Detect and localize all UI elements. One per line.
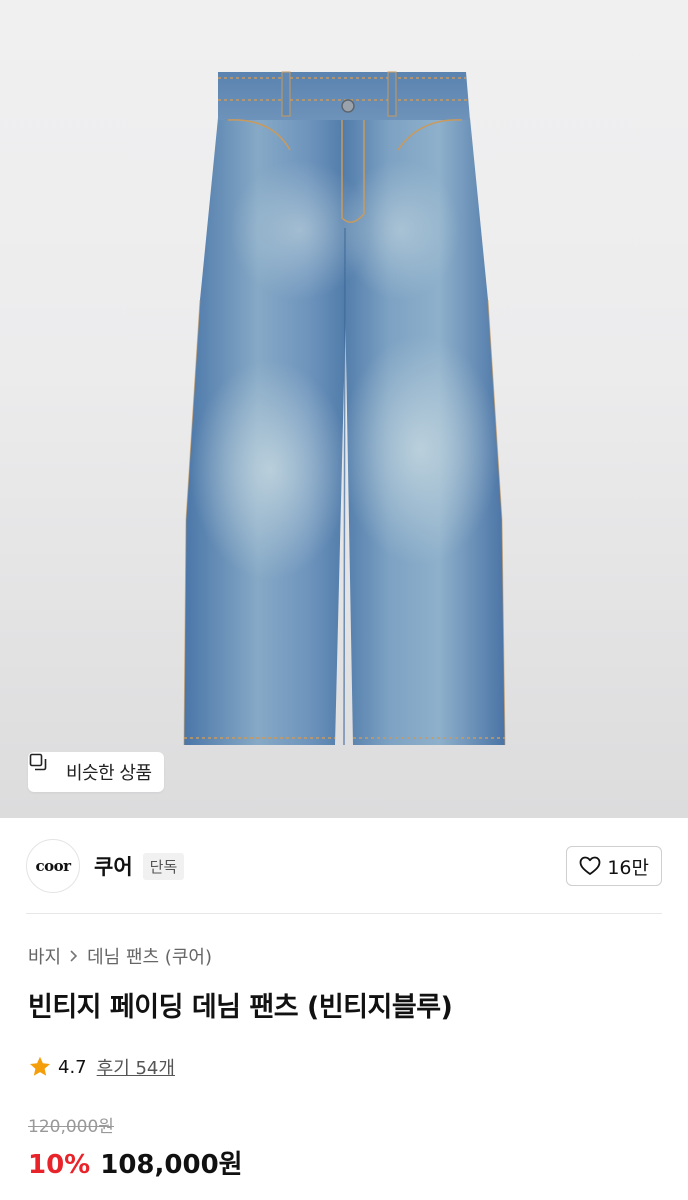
price-row: 10% 108,000원 — [28, 1144, 243, 1181]
product-image[interactable]: 비슷한 상품 — [0, 0, 688, 818]
heart-outline-icon — [579, 855, 601, 877]
chevron-right-icon — [67, 949, 81, 963]
product-title: 빈티지 페이딩 데님 팬츠 (빈티지블루) — [28, 992, 453, 1023]
reviews-link[interactable]: 후기 54개 — [97, 1054, 175, 1080]
like-count: 16만 — [607, 856, 649, 879]
like-button[interactable]: 16만 — [566, 846, 662, 886]
brand-name[interactable]: 쿠어 — [94, 851, 133, 881]
exclusive-badge: 단독 — [142, 852, 185, 880]
star-filled-icon — [28, 1055, 52, 1079]
similar-products-label: 비슷한 상품 — [66, 763, 152, 784]
divider — [26, 913, 662, 914]
copy-squares-icon — [29, 753, 60, 783]
brand-logo[interactable]: coor — [26, 839, 80, 893]
jeans-illustration — [183, 71, 506, 746]
rating-score: 4.7 — [58, 1056, 87, 1078]
breadcrumb-item-subcategory[interactable]: 데님 팬츠 (쿠어) — [87, 943, 212, 969]
rating-row: 4.7 후기 54개 — [28, 1053, 175, 1081]
similar-products-button[interactable]: 비슷한 상품 — [28, 752, 164, 792]
original-price: 120,000원 — [28, 1117, 114, 1137]
brand-row: coor 쿠어 단독 16만 — [26, 838, 662, 894]
breadcrumb: 바지 데님 팬츠 (쿠어) — [28, 943, 212, 969]
discount-rate: 10% — [28, 1150, 91, 1180]
breadcrumb-item-category[interactable]: 바지 — [28, 943, 61, 969]
sale-price: 108,000원 — [100, 1150, 243, 1180]
